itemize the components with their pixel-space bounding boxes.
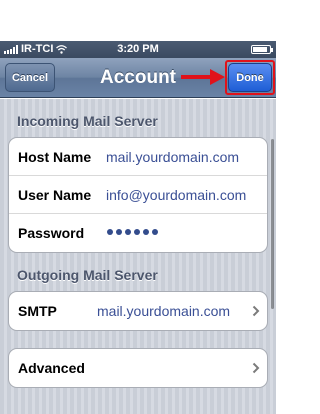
password-field[interactable] bbox=[107, 229, 158, 235]
advanced-group: Advanced bbox=[8, 348, 268, 388]
smtp-value: mail.yourdomain.com bbox=[97, 303, 231, 319]
outgoing-group: SMTP mail.yourdomain.com bbox=[8, 291, 268, 331]
smtp-label: SMTP bbox=[18, 303, 57, 319]
outgoing-section-header: Outgoing Mail Server bbox=[17, 267, 158, 283]
top-margin bbox=[0, 0, 276, 41]
password-row[interactable]: Password bbox=[9, 214, 267, 252]
advanced-row[interactable]: Advanced bbox=[9, 349, 267, 387]
status-time: 3:20 PM bbox=[117, 43, 159, 55]
host-name-row[interactable]: Host Name mail.yourdomain.com bbox=[9, 138, 267, 176]
user-name-row[interactable]: User Name info@yourdomain.com bbox=[9, 176, 267, 214]
status-bar: IR-TCI 3:20 PM bbox=[0, 41, 276, 58]
battery-icon bbox=[251, 45, 273, 54]
incoming-group: Host Name mail.yourdomain.com User Name … bbox=[8, 137, 268, 253]
navigation-bar: Cancel Account Done bbox=[0, 58, 276, 98]
done-button[interactable]: Done bbox=[228, 63, 272, 92]
incoming-section-header: Incoming Mail Server bbox=[17, 113, 158, 129]
scroll-indicator[interactable] bbox=[271, 139, 274, 309]
settings-content: Incoming Mail Server Host Name mail.your… bbox=[0, 99, 276, 414]
password-label: Password bbox=[18, 225, 85, 241]
chevron-right-icon bbox=[252, 305, 260, 317]
host-name-label: Host Name bbox=[18, 148, 92, 165]
host-name-value[interactable]: mail.yourdomain.com bbox=[106, 149, 239, 165]
smtp-row[interactable]: SMTP mail.yourdomain.com bbox=[9, 292, 267, 330]
red-arrow-annotation-icon bbox=[181, 69, 225, 85]
user-name-value[interactable]: info@yourdomain.com bbox=[106, 187, 246, 203]
chevron-right-icon bbox=[252, 362, 260, 374]
advanced-label: Advanced bbox=[18, 360, 85, 376]
user-name-label: User Name bbox=[18, 186, 92, 203]
